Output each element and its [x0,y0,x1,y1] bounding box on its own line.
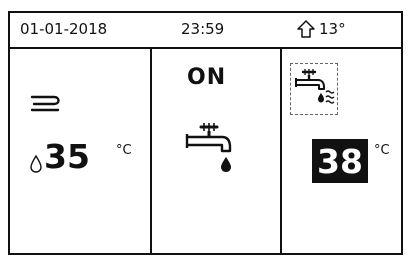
water-drop-icon [30,155,42,173]
tap-heating-icon [294,68,336,108]
room-air-panel[interactable]: 35 °C [10,49,150,255]
controller-screen: 01-01-2018 23:59 13° 35 °C ON 38 °C [8,11,403,255]
power-state: ON [187,65,227,90]
outdoor-temp-value: 13° [319,20,346,38]
time-display: 23:59 [181,20,225,38]
house-icon [296,19,316,39]
tank-temp-value[interactable]: 38 [312,139,368,183]
outdoor-temperature: 13° [296,19,346,39]
hot-water-tap-icon [184,121,234,179]
room-temp-value: 35 [44,137,90,176]
room-temp-unit: °C [116,143,132,158]
tank-temp-unit: °C [374,143,390,158]
date-display: 01-01-2018 [20,20,108,38]
room-air-icon [30,91,64,113]
hot-water-panel[interactable]: ON [152,49,280,255]
